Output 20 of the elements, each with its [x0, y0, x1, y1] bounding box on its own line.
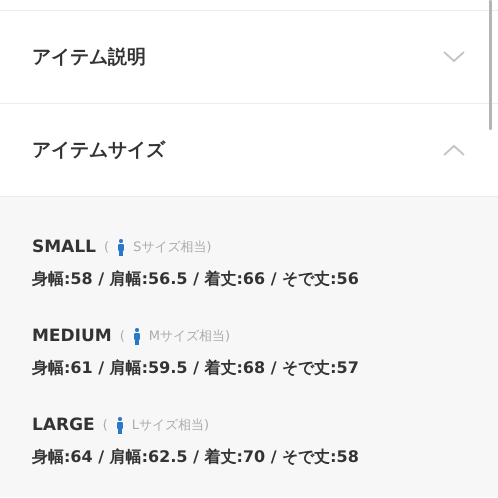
size-note: Lサイズ相当)	[132, 417, 210, 434]
paren: (	[104, 240, 110, 254]
size-note: Sサイズ相当)	[133, 239, 212, 256]
size-measurements: 身幅:61 / 肩幅:59.5 / 着丈:68 / そで丈:57	[32, 358, 360, 379]
scrollbar[interactable]	[489, 0, 492, 130]
section-title: アイテム説明	[32, 45, 146, 70]
section-title: アイテムサイズ	[32, 138, 165, 163]
person-icon	[117, 238, 126, 256]
size-measurements: 身幅:58 / 肩幅:56.5 / 着丈:66 / そで丈:56	[32, 269, 360, 290]
chevron-down-icon[interactable]	[442, 50, 466, 64]
chevron-up-icon[interactable]	[442, 143, 466, 157]
size-name: MEDIUM	[32, 326, 112, 346]
size-note: Mサイズ相当)	[148, 328, 230, 345]
size-measurements: 身幅:64 / 肩幅:62.5 / 着丈:70 / そで丈:58	[32, 447, 360, 468]
paren: (	[102, 418, 108, 432]
person-icon	[132, 328, 141, 344]
paren: (	[120, 328, 125, 344]
person-icon	[116, 416, 124, 434]
size-name: SMALL	[32, 237, 96, 257]
size-name: LARGE	[32, 415, 95, 435]
